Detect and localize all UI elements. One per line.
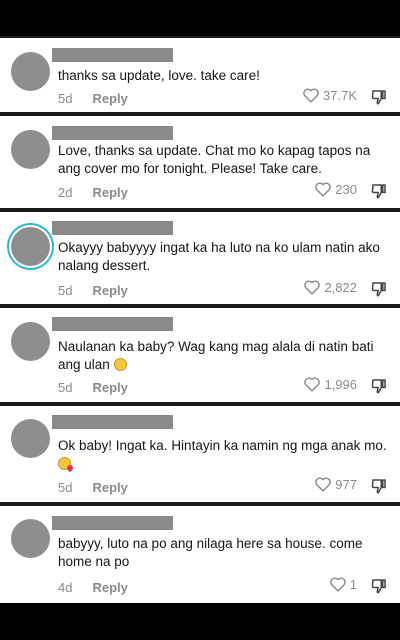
like-count: 1,996 [324, 376, 357, 392]
reply-button[interactable]: Reply [92, 580, 127, 595]
thumbs-down-icon[interactable] [370, 88, 388, 106]
reply-button[interactable]: Reply [92, 91, 127, 106]
thumbs-down-icon[interactable] [370, 280, 388, 298]
comment-time: 5d [58, 480, 73, 495]
avatar[interactable] [11, 130, 50, 169]
comment-meta: 5d Reply [58, 283, 128, 298]
comment-meta: 4d Reply [58, 580, 128, 595]
heart-outline-icon [304, 280, 321, 295]
comment-meta: 2d Reply [58, 185, 128, 200]
username-redacted[interactable] [52, 317, 173, 331]
comment-text-body: Naulanan ka baby? Wag kang mag alala di … [58, 339, 374, 372]
username-redacted[interactable] [52, 415, 173, 429]
avatar[interactable] [11, 519, 50, 558]
thumbs-down-icon[interactable] [370, 577, 388, 595]
comment-time: 2d [58, 185, 73, 200]
reply-button[interactable]: Reply [92, 185, 127, 200]
comment-text: Ok baby! Ingat ka. Hintayin ka namin ng … [58, 437, 388, 473]
heart-outline-icon [315, 182, 332, 197]
username-redacted[interactable] [52, 126, 173, 140]
comment-item: Love, thanks sa update. Chat mo ko kapag… [0, 116, 400, 208]
comment-text: Love, thanks sa update. Chat mo ko kapag… [58, 143, 371, 176]
like-button[interactable]: 2,822 [303, 279, 357, 295]
like-count: 37.7K [323, 87, 357, 103]
username-redacted[interactable] [52, 516, 173, 530]
heart-outline-icon [303, 88, 319, 103]
thumbs-down-icon[interactable] [370, 182, 388, 200]
heart-outline-icon [315, 477, 332, 492]
comment-text: Okayyy babyyyy ingat ka ha luto na ko ul… [58, 240, 380, 273]
comment-time: 5d [58, 283, 73, 298]
top-black-bar [0, 0, 400, 36]
avatar[interactable] [11, 322, 50, 361]
heart-outline-icon [329, 577, 346, 592]
comment-time: 5d [58, 380, 73, 395]
like-button[interactable]: 1,996 [303, 376, 357, 392]
like-count: 1 [349, 576, 357, 592]
comment-text: Naulanan ka baby? Wag kang mag alala di … [58, 338, 388, 374]
avatar[interactable] [11, 419, 50, 458]
comment-meta: 5d Reply [58, 380, 128, 395]
thumbs-down-icon[interactable] [370, 477, 388, 495]
username-redacted[interactable] [52, 221, 173, 235]
reply-button[interactable]: Reply [92, 480, 127, 495]
like-count: 977 [335, 476, 357, 492]
comment-meta: 5d Reply [58, 480, 128, 495]
face-blowing-kiss-icon [58, 457, 71, 470]
avatar[interactable] [11, 227, 50, 266]
comment-item: Okayyy babyyyy ingat ka ha luto na ko ul… [0, 212, 400, 304]
reply-button[interactable]: Reply [92, 283, 127, 298]
avatar[interactable] [11, 52, 50, 91]
reply-button[interactable]: Reply [92, 380, 127, 395]
comment-item: Ok baby! Ingat ka. Hintayin ka namin ng … [0, 406, 400, 502]
like-count: 230 [335, 181, 357, 197]
like-button[interactable]: 37.7K [302, 87, 357, 103]
comment-text: babyyy, luto na po ang nilaga here sa ho… [58, 536, 363, 569]
username-redacted[interactable] [52, 48, 173, 62]
comment-text: thanks sa update, love. take care! [58, 68, 260, 83]
comment-list: thanks sa update, love. take care! 5d Rep… [0, 36, 400, 603]
comment-item: thanks sa update, love. take care! 5d Rep… [0, 38, 400, 112]
bottom-black-bar [0, 603, 400, 640]
like-count: 2,822 [324, 279, 357, 295]
worried-face-icon [113, 358, 127, 371]
comment-time: 5d [58, 91, 73, 106]
like-button[interactable]: 230 [314, 181, 357, 197]
comment-item: babyyy, luto na po ang nilaga here sa ho… [0, 506, 400, 603]
like-button[interactable]: 977 [314, 476, 357, 492]
comment-text-body: Ok baby! Ingat ka. Hintayin ka namin ng … [58, 438, 387, 453]
comment-time: 4d [58, 580, 73, 595]
thumbs-down-icon[interactable] [370, 377, 388, 395]
comment-item: Naulanan ka baby? Wag kang mag alala di … [0, 308, 400, 402]
comment-meta: 5d Reply [58, 91, 128, 106]
heart-outline-icon [304, 377, 321, 392]
like-button[interactable]: 1 [329, 576, 357, 592]
